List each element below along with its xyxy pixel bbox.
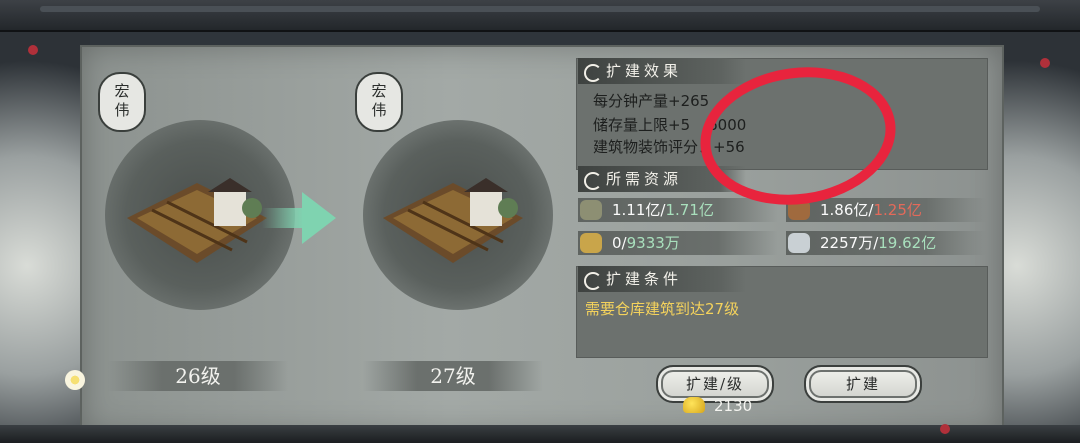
swirl-icon bbox=[584, 172, 602, 190]
swirl-icon bbox=[584, 272, 602, 290]
stone-icon bbox=[580, 200, 602, 220]
current-farm-building-image bbox=[127, 178, 267, 263]
resource-wood-have: 1.86亿 bbox=[820, 201, 869, 219]
current-grade-tag: 宏伟 bbox=[98, 72, 146, 132]
next-level-label: 27级 bbox=[363, 361, 543, 391]
resource-grain-need: 9333万 bbox=[626, 234, 680, 252]
upgrade-cost: 2130 bbox=[714, 397, 753, 415]
resource-stone-value: 1.11亿/1.71亿 bbox=[612, 198, 714, 222]
resource-stone-need: 1.71亿 bbox=[665, 201, 714, 219]
plum-blossom-icon bbox=[1040, 58, 1050, 68]
effects-title-text: 扩建效果 bbox=[606, 62, 683, 80]
upgrade-arrow-icon bbox=[302, 192, 336, 244]
effects-title: 扩建效果 bbox=[578, 58, 746, 84]
resource-wood-value: 1.86亿/1.25亿 bbox=[820, 198, 922, 222]
bottom-ink-border bbox=[0, 425, 1080, 443]
silver-icon bbox=[788, 233, 810, 253]
resource-silver-have: 2257万 bbox=[820, 234, 874, 252]
roof-eave bbox=[0, 0, 1080, 32]
plum-blossom-icon bbox=[940, 424, 950, 434]
next-farm-building-image bbox=[383, 178, 523, 263]
upgrade-arrow-shaft bbox=[262, 208, 304, 228]
resource-silver-value: 2257万/19.62亿 bbox=[820, 231, 936, 255]
upgrade-button[interactable]: 扩建 bbox=[804, 365, 922, 403]
swirl-icon bbox=[584, 64, 602, 82]
resource-stone: 1.11亿/1.71亿 bbox=[578, 198, 778, 222]
resource-grain-have: 0 bbox=[612, 234, 622, 252]
flower-decoration-icon bbox=[65, 370, 85, 390]
resource-silver-need: 19.62亿 bbox=[878, 234, 937, 252]
resources-title-text: 所需资源 bbox=[606, 170, 683, 188]
next-grade-tag: 宏伟 bbox=[355, 72, 403, 132]
gold-ingot-icon bbox=[683, 397, 705, 413]
effect-line-production: 每分钟产量+265 bbox=[593, 92, 710, 110]
condition-text: 需要仓库建筑到达27级 bbox=[585, 300, 740, 318]
conditions-title-text: 扩建条件 bbox=[606, 270, 683, 288]
current-level-label: 26级 bbox=[108, 361, 288, 391]
effect-line-storage-a: 储存量上限+5 bbox=[593, 116, 691, 134]
grain-icon bbox=[580, 233, 602, 253]
plum-blossom-icon bbox=[28, 45, 38, 55]
conditions-title: 扩建条件 bbox=[578, 266, 746, 292]
resource-stone-have: 1.11亿 bbox=[612, 201, 661, 219]
resource-wood-need: 1.25亿 bbox=[873, 201, 922, 219]
resource-grain-value: 0/9333万 bbox=[612, 231, 680, 255]
resource-silver: 2257万/19.62亿 bbox=[786, 231, 986, 255]
resource-grain: 0/9333万 bbox=[578, 231, 778, 255]
